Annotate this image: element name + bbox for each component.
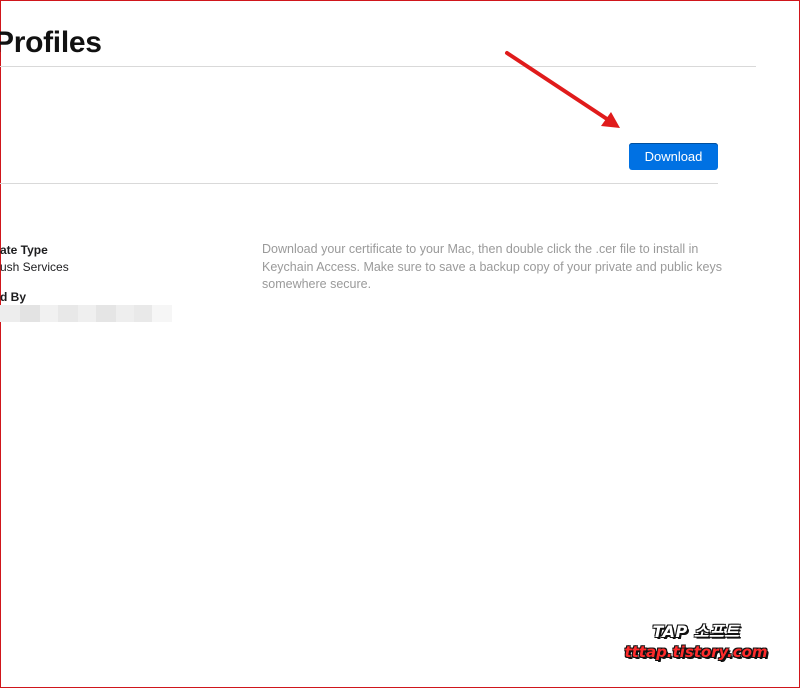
certificate-type-value: ush Services — [0, 260, 69, 274]
created-by-redacted-value — [0, 305, 172, 322]
top-edge-fragment: · · · — [622, 0, 638, 5]
section-divider — [0, 183, 718, 184]
screenshot-frame — [0, 0, 800, 688]
download-button[interactable]: Download — [629, 143, 718, 170]
created-by-label: d By — [0, 290, 27, 304]
certificate-type-label: ate Type — [0, 243, 48, 257]
watermark-line1: TAP 소프트 — [652, 622, 740, 641]
watermark: TAP 소프트 tttap.tistory.com — [616, 622, 776, 662]
red-arrow-icon — [505, 51, 620, 128]
page-title: Profiles — [0, 26, 102, 59]
title-divider — [0, 66, 756, 67]
watermark-line2: tttap.tistory.com — [624, 643, 768, 661]
help-text: Download your certificate to your Mac, t… — [262, 242, 722, 291]
